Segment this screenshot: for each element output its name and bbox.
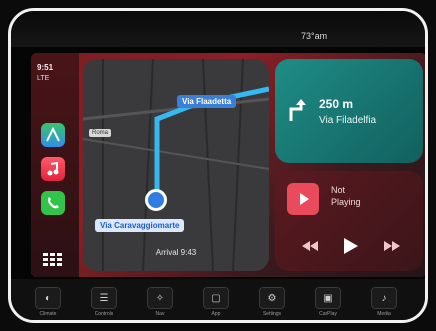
settings-button[interactable]: ⚙ Settings [253, 287, 291, 320]
settings-label: Settings [262, 311, 282, 317]
clock: 9:51 [37, 63, 54, 72]
album-art-icon [287, 183, 319, 215]
signal-indicator: LTE [37, 75, 50, 82]
turn-distance: 250 m [319, 97, 354, 111]
play-icon[interactable] [337, 233, 363, 259]
nav-icon: ✧ [147, 287, 173, 309]
climate-label: Climate [39, 311, 57, 317]
map-street-label: Via Flaadetta [177, 95, 237, 108]
map-roads [83, 59, 269, 271]
app-grid-icon[interactable] [43, 253, 63, 267]
climate-button[interactable]: ◐ Climate [29, 287, 67, 320]
nav-button[interactable]: ✧ Nav [141, 287, 179, 320]
turn-arrow-icon [289, 99, 306, 121]
current-street-label: Via Caravaggiomarte [95, 219, 185, 232]
next-street: Via Filadelfia [319, 115, 377, 126]
media-label: Media [377, 311, 391, 317]
map-view[interactable]: Via Flaadetta Roma Via Caravaggiomarte A… [83, 59, 269, 271]
arrival-time: Arrival 9:43 [155, 248, 197, 257]
app-label: App [211, 311, 221, 317]
playback-status-line2: Playing [331, 197, 361, 207]
carplay-dock: 9:51 LTE [31, 53, 79, 277]
music-icon[interactable] [41, 157, 65, 181]
display-frame: 73°am 9:51 LTE Via Flaadetta Roma Via Ca… [8, 8, 428, 323]
previous-track-icon[interactable] [297, 233, 323, 259]
now-playing-card[interactable]: Not Playing [275, 171, 423, 271]
media-icon: ♪ [371, 287, 397, 309]
settings-icon: ⚙ [259, 287, 285, 309]
carplay-screen: 9:51 LTE Via Flaadetta Roma Via Caravagg… [31, 53, 425, 277]
carplay-icon: ▣ [315, 287, 341, 309]
carplay-button[interactable]: ▣ CarPlay [309, 287, 347, 320]
map-poi-label: Roma [89, 129, 112, 137]
phone-icon[interactable] [41, 191, 65, 215]
nav-label: Nav [155, 311, 165, 317]
next-track-icon[interactable] [379, 233, 405, 259]
playback-status-line1: Not [331, 185, 346, 195]
navigation-card[interactable]: 250 m Via Filadelfia [275, 59, 423, 163]
app-button[interactable]: ▢ App [197, 287, 235, 320]
status-bar: 73°am [11, 11, 425, 47]
vehicle-function-bar: ◐ Climate ☰ Controls ✧ Nav ▢ App ⚙ Setti… [11, 279, 425, 320]
media-button[interactable]: ♪ Media [365, 287, 403, 320]
controls-button[interactable]: ☰ Controls [85, 287, 123, 320]
current-location-icon [145, 189, 167, 211]
controls-icon: ☰ [91, 287, 117, 309]
climate-icon: ◐ [35, 287, 61, 309]
carplay-label: CarPlay [319, 311, 337, 317]
temperature-readout: 73°am [301, 31, 328, 41]
controls-label: Controls [94, 311, 114, 317]
media-controls [275, 233, 423, 259]
app-icon: ▢ [203, 287, 229, 309]
maps-icon[interactable] [41, 123, 65, 147]
